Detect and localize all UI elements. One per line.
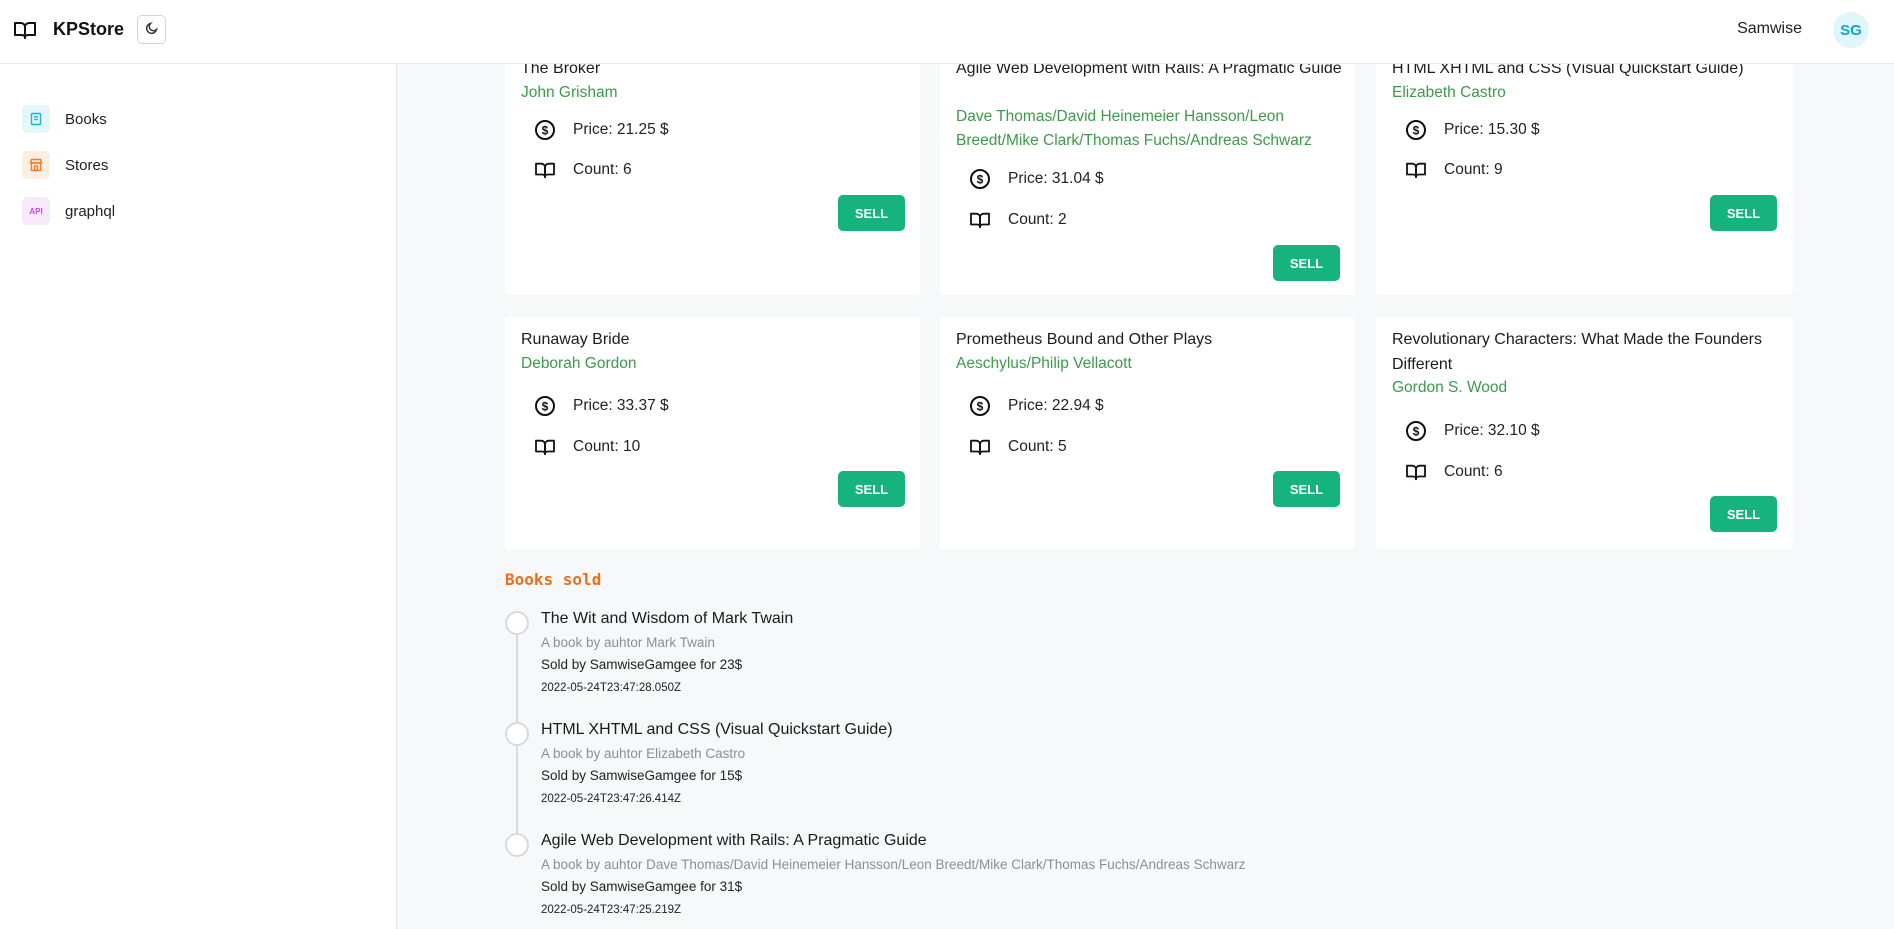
dollar-icon: $ — [1404, 419, 1428, 443]
book-card: The Broker John Grisham $ Price: 21.25 $… — [505, 48, 920, 295]
books-sold-title: Books sold — [505, 570, 602, 589]
book-count: Count: 5 — [1008, 438, 1067, 455]
sold-book-title: The Wit and Wisdom of Mark Twain — [541, 610, 794, 627]
sold-by: Sold by SamwiseGamgee for 15$ — [541, 768, 743, 783]
api-icon: API — [22, 197, 50, 225]
sidebar-item-label: graphql — [65, 202, 116, 220]
sidebar-item-label: Stores — [65, 156, 109, 174]
book-price: Price: 22.94 $ — [1008, 397, 1104, 414]
sold-book-subtitle: A book by auhtor Mark Twain — [541, 635, 715, 650]
sidebar-item-graphql[interactable]: API graphql — [22, 197, 115, 225]
svg-text:$: $ — [542, 400, 549, 414]
dollar-icon: $ — [968, 167, 992, 191]
svg-text:$: $ — [1413, 124, 1420, 138]
sold-by: Sold by SamwiseGamgee for 23$ — [541, 657, 743, 672]
book-author[interactable]: Dave Thomas/David Heinemeier Hansson/Leo… — [956, 105, 1346, 153]
moon-icon — [145, 21, 159, 38]
sell-button[interactable]: SELL — [1710, 496, 1777, 532]
count-row: Count: 6 — [533, 158, 632, 182]
dollar-icon: $ — [533, 118, 557, 142]
sell-button[interactable]: SELL — [838, 471, 905, 507]
dollar-icon: $ — [1404, 118, 1428, 142]
price-row: $ Price: 32.10 $ — [1404, 419, 1540, 443]
count-row: Count: 6 — [1404, 460, 1503, 484]
sidebar-item-books[interactable]: Books — [22, 105, 107, 133]
svg-text:$: $ — [1413, 425, 1420, 439]
book-card: HTML XHTML and CSS (Visual Quickstart Gu… — [1376, 48, 1793, 295]
open-book-icon — [13, 20, 37, 40]
count-row: Count: 9 — [1404, 158, 1503, 182]
book-title: Prometheus Bound and Other Plays — [956, 331, 1213, 348]
sidebar-item-stores[interactable]: Stores — [22, 151, 108, 179]
book-count: Count: 6 — [1444, 463, 1503, 480]
open-book-icon — [533, 435, 557, 459]
svg-text:$: $ — [542, 124, 549, 138]
price-row: $ Price: 15.30 $ — [1404, 118, 1540, 142]
count-row: Count: 10 — [533, 435, 640, 459]
price-row: $ Price: 22.94 $ — [968, 394, 1104, 418]
sold-timestamp: 2022-05-24T23:47:25.219Z — [541, 904, 682, 916]
svg-text:$: $ — [977, 173, 984, 187]
sold-book-subtitle: A book by auhtor Dave Thomas/David Heine… — [541, 857, 1246, 872]
book-title: Runaway Bride — [521, 331, 630, 348]
sell-button[interactable]: SELL — [1710, 195, 1777, 231]
count-row: Count: 5 — [968, 435, 1067, 459]
theme-toggle-button[interactable] — [137, 15, 166, 44]
price-row: $ Price: 33.37 $ — [533, 394, 669, 418]
sold-book-subtitle: A book by auhtor Elizabeth Castro — [541, 746, 746, 761]
book-price: Price: 31.04 $ — [1008, 170, 1104, 187]
book-card: Prometheus Bound and Other Plays Aeschyl… — [940, 317, 1355, 549]
sell-button[interactable]: SELL — [1273, 245, 1340, 281]
book-author[interactable]: Gordon S. Wood — [1392, 376, 1507, 400]
open-book-icon — [1404, 460, 1428, 484]
count-row: Count: 2 — [968, 208, 1067, 232]
sold-timestamp: 2022-05-24T23:47:26.414Z — [541, 793, 682, 805]
dollar-icon: $ — [968, 394, 992, 418]
book-author[interactable]: Aeschylus/Philip Vellacott — [956, 352, 1132, 376]
timeline-dot — [505, 833, 529, 857]
book-price: Price: 21.25 $ — [573, 121, 669, 138]
price-row: $ Price: 21.25 $ — [533, 118, 669, 142]
book-price: Price: 33.37 $ — [573, 397, 669, 414]
brand-name[interactable]: KPStore — [53, 19, 124, 40]
sold-timestamp: 2022-05-24T23:47:28.050Z — [541, 682, 682, 694]
book-card: Revolutionary Characters: What Made the … — [1376, 317, 1793, 549]
timeline-dot — [505, 611, 529, 635]
timeline-dot — [505, 722, 529, 746]
username: Samwise — [1737, 20, 1802, 37]
sell-button[interactable]: SELL — [1273, 471, 1340, 507]
book-title: Revolutionary Characters: What Made the … — [1392, 331, 1762, 373]
sell-button[interactable]: SELL — [838, 195, 905, 231]
book-price: Price: 32.10 $ — [1444, 422, 1540, 439]
book-author[interactable]: Elizabeth Castro — [1392, 81, 1506, 105]
book-card: Runaway Bride Deborah Gordon $ Price: 33… — [505, 317, 920, 549]
svg-text:$: $ — [977, 400, 984, 414]
book-count: Count: 2 — [1008, 211, 1067, 228]
book-icon — [22, 105, 50, 133]
open-book-icon — [968, 208, 992, 232]
dollar-icon: $ — [533, 394, 557, 418]
book-card: Agile Web Development with Rails: A Prag… — [940, 48, 1355, 295]
sidebar: Books Stores API graphql — [0, 64, 397, 929]
book-count: Count: 6 — [573, 161, 632, 178]
book-author[interactable]: Deborah Gordon — [521, 352, 636, 376]
open-book-icon — [533, 158, 557, 182]
sold-by: Sold by SamwiseGamgee for 31$ — [541, 879, 743, 894]
store-icon — [22, 151, 50, 179]
sold-book-title: Agile Web Development with Rails: A Prag… — [541, 832, 927, 849]
open-book-icon — [968, 435, 992, 459]
top-header: KPStore Samwise SG — [0, 0, 1894, 64]
book-count: Count: 10 — [573, 438, 641, 455]
price-row: $ Price: 31.04 $ — [968, 167, 1104, 191]
book-author[interactable]: John Grisham — [521, 81, 617, 105]
avatar[interactable]: SG — [1833, 12, 1869, 48]
book-count: Count: 9 — [1444, 161, 1503, 178]
sold-book-title: HTML XHTML and CSS (Visual Quickstart Gu… — [541, 721, 893, 738]
book-price: Price: 15.30 $ — [1444, 121, 1540, 138]
open-book-icon — [1404, 158, 1428, 182]
sidebar-item-label: Books — [65, 110, 107, 128]
